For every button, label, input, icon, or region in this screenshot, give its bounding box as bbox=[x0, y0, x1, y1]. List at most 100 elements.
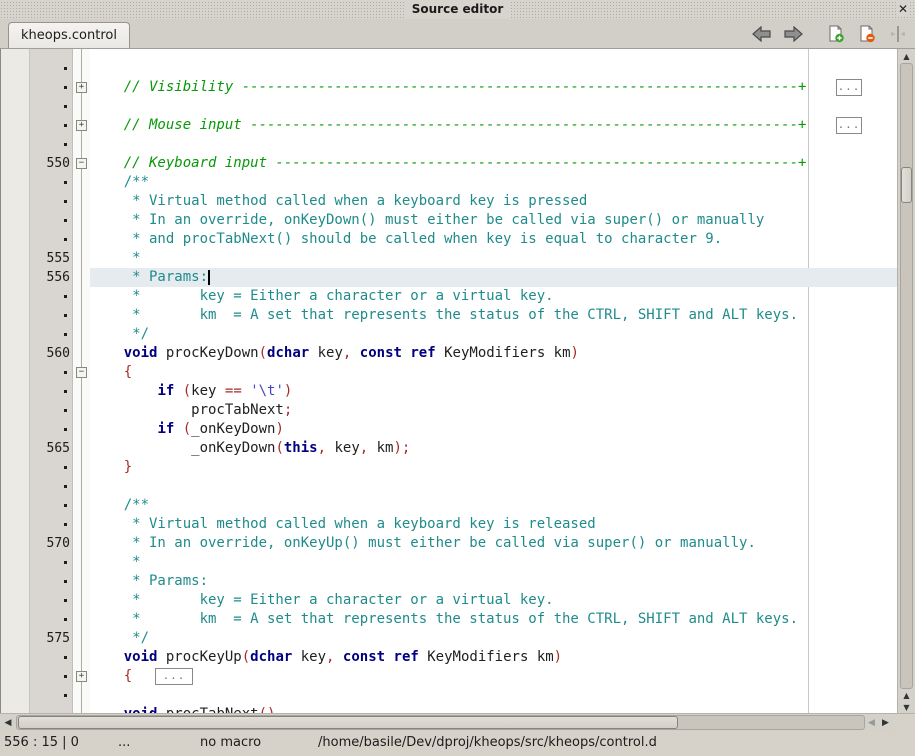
code-line[interactable]: if (key == '\t') bbox=[90, 382, 897, 401]
code-token-sy: , bbox=[318, 440, 326, 456]
code-line[interactable]: procTabNext; bbox=[90, 401, 897, 420]
scroll-left-icon-right[interactable]: ◀ bbox=[865, 714, 878, 731]
code-line[interactable]: // Visibility --------------------------… bbox=[90, 78, 897, 97]
code-token-dc: * key = Either a character or a virtual … bbox=[90, 288, 554, 304]
line-dot bbox=[30, 116, 72, 135]
forward-button[interactable] bbox=[782, 23, 804, 45]
code-token-ws bbox=[90, 706, 124, 713]
code-line[interactable] bbox=[90, 97, 897, 116]
window-title: Source editor bbox=[405, 1, 511, 18]
folded-code-ellipsis[interactable]: ... bbox=[836, 79, 862, 96]
code-line[interactable]: void procKeyDown(dchar key, const ref Ke… bbox=[90, 344, 897, 363]
code-line[interactable]: * key = Either a character or a virtual … bbox=[90, 287, 897, 306]
code-line[interactable]: * In an override, onKeyDown() must eithe… bbox=[90, 211, 897, 230]
folded-code-ellipsis[interactable]: ... bbox=[836, 117, 862, 134]
code-line[interactable] bbox=[90, 59, 897, 78]
code-line[interactable] bbox=[90, 477, 897, 496]
code-line[interactable]: * km = A set that represents the status … bbox=[90, 610, 897, 629]
code-line[interactable]: * and procTabNext() should be called whe… bbox=[90, 230, 897, 249]
new-document-button[interactable] bbox=[825, 23, 847, 45]
line-dot-marker bbox=[64, 333, 67, 336]
code-text-area[interactable]: // Visibility --------------------------… bbox=[90, 49, 897, 713]
code-token-dc: * key = Either a character or a virtual … bbox=[90, 592, 554, 608]
code-token-cm: // Keyboard input ----------------------… bbox=[124, 155, 807, 171]
line-dot-marker bbox=[64, 485, 67, 488]
code-line[interactable] bbox=[90, 135, 897, 154]
code-line[interactable]: */ bbox=[90, 325, 897, 344]
code-folding-column: + + − − + bbox=[72, 49, 90, 713]
code-line[interactable]: * In an override, onKeyUp() must either … bbox=[90, 534, 897, 553]
code-line[interactable]: * Params: bbox=[90, 572, 897, 591]
code-line[interactable]: // Keyboard input ----------------------… bbox=[90, 154, 897, 173]
fold-collapse-marker[interactable]: − bbox=[76, 367, 87, 378]
fold-collapse-marker[interactable]: − bbox=[76, 158, 87, 169]
code-line[interactable]: { bbox=[90, 363, 897, 382]
folded-code-ellipsis[interactable]: ... bbox=[155, 668, 193, 685]
code-line[interactable]: */ bbox=[90, 629, 897, 648]
line-number: 555 bbox=[30, 249, 72, 268]
statusbar: 556 : 15 | 0 ... no macro /home/basile/D… bbox=[0, 731, 915, 756]
line-dot-marker bbox=[64, 409, 67, 412]
scroll-left-icon[interactable]: ◀ bbox=[0, 714, 16, 731]
code-line[interactable]: * Virtual method called when a keyboard … bbox=[90, 515, 897, 534]
line-dot bbox=[30, 515, 72, 534]
code-line[interactable]: * bbox=[90, 249, 897, 268]
vertical-scroll-track[interactable] bbox=[900, 63, 913, 689]
code-token-id bbox=[242, 383, 250, 399]
code-line[interactable]: /** bbox=[90, 173, 897, 192]
vertical-scroll-thumb[interactable] bbox=[901, 167, 912, 203]
fold-expand-marker[interactable]: + bbox=[76, 120, 87, 131]
code-line[interactable]: // Mouse input -------------------------… bbox=[90, 116, 897, 135]
code-line[interactable]: void procTabNext() bbox=[90, 705, 897, 713]
code-token-sy: ) bbox=[571, 345, 579, 361]
close-document-button[interactable] bbox=[856, 23, 878, 45]
code-line[interactable]: if (_onKeyDown) bbox=[90, 420, 897, 439]
code-token-id: _onKeyDown bbox=[90, 440, 275, 456]
code-token-id: procKeyUp bbox=[157, 649, 241, 665]
line-dot bbox=[30, 135, 72, 154]
horizontal-scroll-track[interactable] bbox=[16, 715, 865, 730]
code-token-cm: // Mouse input -------------------------… bbox=[124, 117, 807, 133]
code-token-ws bbox=[90, 79, 124, 95]
scroll-down-icon[interactable]: ▼ bbox=[898, 701, 915, 713]
line-dot-marker bbox=[64, 656, 67, 659]
code-line[interactable]: } bbox=[90, 458, 897, 477]
code-line[interactable]: * Virtual method called when a keyboard … bbox=[90, 192, 897, 211]
code-token-dc: * In an override, onKeyUp() must either … bbox=[90, 535, 756, 551]
scroll-right-icon[interactable]: ▶ bbox=[878, 714, 893, 731]
code-line[interactable]: * key = Either a character or a virtual … bbox=[90, 591, 897, 610]
fold-tree-line bbox=[81, 49, 82, 713]
horizontal-scroll-thumb[interactable] bbox=[18, 716, 678, 729]
code-line[interactable]: void procKeyUp(dchar key, const ref KeyM… bbox=[90, 648, 897, 667]
code-line[interactable]: * bbox=[90, 553, 897, 572]
code-line[interactable]: _onKeyDown(this, key, km); bbox=[90, 439, 897, 458]
code-line[interactable] bbox=[90, 686, 897, 705]
fold-expand-marker[interactable]: + bbox=[76, 671, 87, 682]
tab-kheops-control[interactable]: kheops.control bbox=[8, 22, 130, 48]
vertical-scrollbar[interactable]: ▲ ▲ ▼ bbox=[897, 49, 915, 713]
split-editor-button[interactable] bbox=[887, 23, 909, 45]
code-line[interactable]: /** bbox=[90, 496, 897, 515]
code-line[interactable]: {... bbox=[90, 667, 897, 686]
line-dot-marker bbox=[64, 105, 67, 108]
line-dot-marker bbox=[64, 466, 67, 469]
code-line-current[interactable]: * Params: bbox=[90, 268, 897, 287]
code-token-ws bbox=[90, 345, 124, 361]
code-token-dc: */ bbox=[90, 326, 149, 342]
split-view-icon bbox=[891, 25, 905, 43]
line-number: 560 bbox=[30, 344, 72, 363]
horizontal-scrollbar[interactable]: ◀ ◀ ▶ bbox=[0, 713, 915, 731]
line-dot-marker bbox=[64, 295, 67, 298]
line-dot bbox=[30, 78, 72, 97]
code-token-id: key bbox=[292, 649, 326, 665]
scroll-up-icon-bottom[interactable]: ▲ bbox=[898, 689, 915, 701]
back-button[interactable] bbox=[751, 23, 773, 45]
source-editor-window: Source editor ✕ kheops.control bbox=[0, 0, 915, 756]
close-icon[interactable]: ✕ bbox=[896, 1, 910, 17]
code-token-sy: ) bbox=[554, 649, 562, 665]
fold-expand-marker[interactable]: + bbox=[76, 82, 87, 93]
code-line[interactable]: * km = A set that represents the status … bbox=[90, 306, 897, 325]
scroll-up-icon[interactable]: ▲ bbox=[898, 49, 915, 63]
scrollbar-corner bbox=[893, 714, 915, 731]
line-dot-marker bbox=[64, 86, 67, 89]
